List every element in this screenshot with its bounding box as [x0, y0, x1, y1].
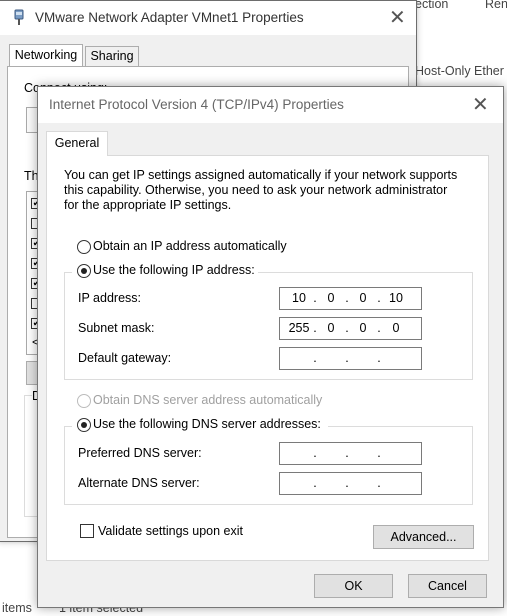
- obtain-ip-auto-label[interactable]: Obtain an IP address automatically: [93, 239, 287, 253]
- use-following-ip-radio[interactable]: [77, 264, 91, 278]
- ip-dot: .: [377, 291, 381, 305]
- subnet-octet-2: 0: [327, 321, 335, 335]
- ip-octet-4: 10: [389, 291, 403, 305]
- ip-dot: .: [313, 476, 317, 490]
- close-icon[interactable]: ✕: [389, 8, 406, 28]
- explorer-column-header: ection: [415, 0, 449, 11]
- explorer-adapter-name[interactable]: Host-Only Ether: [415, 64, 504, 78]
- ip-dot: .: [377, 476, 381, 490]
- tab-general[interactable]: General: [46, 131, 108, 156]
- use-following-ip-label[interactable]: Use the following IP address:: [93, 263, 255, 277]
- use-following-dns-radio[interactable]: [77, 418, 91, 432]
- ip-dot: .: [377, 321, 381, 335]
- description-line-3: for the appropriate IP settings.: [64, 198, 232, 212]
- use-following-dns-label[interactable]: Use the following DNS server addresses:: [93, 417, 321, 431]
- explorer-column-header-2: Ren: [485, 0, 507, 11]
- network-adapter-icon: [14, 9, 24, 25]
- subnet-octet-4: 0: [392, 321, 400, 335]
- obtain-dns-auto-label[interactable]: Obtain DNS server address automatically: [93, 393, 322, 407]
- default-gateway-label: Default gateway:: [78, 351, 172, 365]
- ip-dot: .: [377, 446, 381, 460]
- general-tab-panel: You can get IP settings assigned automat…: [46, 155, 489, 561]
- ip-octet-1: 10: [292, 291, 306, 305]
- ip-dot: .: [345, 321, 349, 335]
- ip-dot: .: [345, 351, 349, 365]
- status-item-count: items: [2, 601, 32, 615]
- default-gateway-field[interactable]: . . .: [279, 347, 422, 370]
- cancel-button[interactable]: Cancel: [408, 574, 487, 598]
- ip-octet-3: 0: [359, 291, 367, 305]
- ip-dot: .: [345, 476, 349, 490]
- ip-address-field[interactable]: 10 . 0 . 0 . 10: [279, 287, 422, 310]
- close-icon[interactable]: ✕: [472, 95, 489, 115]
- ip-dot: .: [313, 446, 317, 460]
- ip-dot: .: [345, 446, 349, 460]
- adapter-dialog-titlebar: VMware Network Adapter VMnet1 Properties…: [0, 1, 416, 35]
- tab-networking[interactable]: Networking: [9, 44, 83, 66]
- ip-dot: .: [313, 321, 317, 335]
- ok-button[interactable]: OK: [314, 574, 393, 598]
- preferred-dns-field[interactable]: . . .: [279, 442, 422, 465]
- ip-dot: .: [313, 351, 317, 365]
- ip-dot: .: [377, 351, 381, 365]
- ipv4-dialog-title: Internet Protocol Version 4 (TCP/IPv4) P…: [49, 97, 344, 112]
- ipv4-properties-dialog: Internet Protocol Version 4 (TCP/IPv4) P…: [37, 86, 504, 608]
- description-line-2: this capability. Otherwise, you need to …: [64, 183, 448, 197]
- validate-settings-label[interactable]: Validate settings upon exit: [98, 524, 243, 538]
- preferred-dns-label: Preferred DNS server:: [78, 446, 202, 460]
- alternate-dns-label: Alternate DNS server:: [78, 476, 200, 490]
- obtain-ip-auto-radio[interactable]: [77, 240, 91, 254]
- tab-sharing[interactable]: Sharing: [85, 46, 139, 66]
- subnet-octet-3: 0: [359, 321, 367, 335]
- obtain-dns-auto-radio[interactable]: [77, 394, 91, 408]
- subnet-mask-field[interactable]: 255 . 0 . 0 . 0: [279, 317, 422, 340]
- description-line-1: You can get IP settings assigned automat…: [64, 168, 458, 182]
- adapter-dialog-title: VMware Network Adapter VMnet1 Properties: [35, 10, 304, 25]
- ip-address-label: IP address:: [78, 291, 142, 305]
- subnet-octet-1: 255: [288, 321, 310, 335]
- validate-settings-checkbox[interactable]: [80, 524, 94, 538]
- ip-dot: .: [345, 291, 349, 305]
- ip-octet-2: 0: [327, 291, 335, 305]
- alternate-dns-field[interactable]: . . .: [279, 472, 422, 495]
- ip-dot: .: [313, 291, 317, 305]
- ipv4-dialog-titlebar: Internet Protocol Version 4 (TCP/IPv4) P…: [38, 87, 503, 123]
- subnet-mask-label: Subnet mask:: [78, 321, 155, 335]
- advanced-button[interactable]: Advanced...: [373, 525, 474, 549]
